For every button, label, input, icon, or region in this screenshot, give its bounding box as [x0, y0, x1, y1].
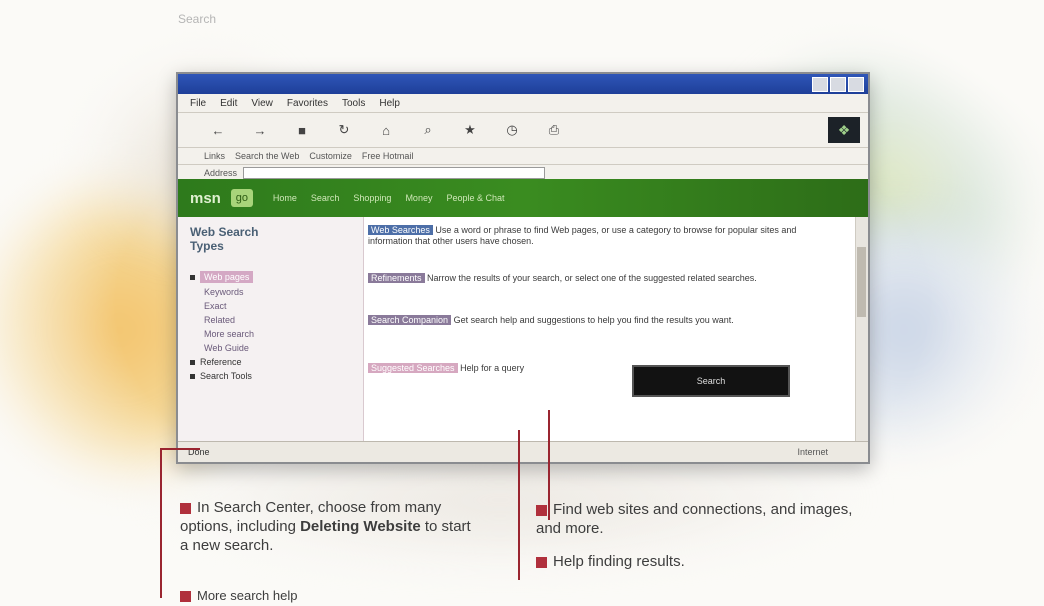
callout-bold: Deleting Website	[300, 518, 421, 535]
address-bar: Address	[178, 165, 868, 180]
print-icon[interactable]: ⎙	[544, 120, 564, 140]
menu-bar: File Edit View Favorites Tools Help	[178, 94, 868, 113]
sidebar-item-label: Reference	[200, 357, 242, 367]
site-logo[interactable]: msn	[178, 190, 221, 207]
main-content: Web Searches Use a word or phrase to fin…	[368, 217, 868, 442]
close-button[interactable]	[848, 77, 864, 92]
sidebar: Web Search Types Web pages Keywords Exact R…	[178, 217, 364, 442]
sidebar-item[interactable]: More search	[190, 329, 363, 339]
links-item[interactable]: Search the Web	[235, 151, 299, 161]
links-item[interactable]: Links	[204, 151, 225, 161]
menu-view[interactable]: View	[251, 98, 273, 109]
windows-logo-icon: ❖	[828, 117, 860, 143]
search-panel[interactable]: Search	[632, 365, 790, 397]
refresh-icon[interactable]: ↻	[334, 120, 354, 140]
status-bar: Done Internet	[178, 441, 868, 462]
callout-extra: More search help	[197, 588, 298, 603]
banner-tabs: Home Search Shopping Money People & Chat	[273, 193, 505, 203]
callout-right-2: Help finding results.	[536, 552, 856, 571]
banner-tab[interactable]: Money	[405, 193, 432, 203]
sidebar-item-label: Search Tools	[200, 371, 252, 381]
links-item[interactable]: Free Hotmail	[362, 151, 414, 161]
callout-lead: In Search Center,	[197, 499, 314, 516]
callout-line3: Help finding results.	[553, 553, 685, 570]
minimize-button[interactable]	[812, 77, 828, 92]
link-search-companion[interactable]: Search Companion	[368, 315, 452, 325]
sidebar-item[interactable]: Keywords	[190, 287, 363, 297]
leader-line	[518, 430, 520, 580]
callout-left-extra: More search help	[180, 586, 480, 605]
sidebar-title: Web Search Types	[190, 225, 259, 253]
sidebar-item-label: Exact	[204, 301, 227, 311]
menu-favorites[interactable]: Favorites	[287, 98, 328, 109]
menu-help[interactable]: Help	[379, 98, 400, 109]
bullet-icon	[190, 274, 195, 280]
sidebar-item[interactable]: Related	[190, 315, 363, 325]
sidebar-item-label: Related	[204, 315, 236, 325]
search-icon[interactable]: ⌕	[418, 120, 438, 140]
sidebar-item[interactable]: Reference	[190, 357, 363, 367]
sidebar-item-label: More search	[204, 329, 255, 339]
paragraph-text: Help for a query	[460, 363, 525, 373]
banner-tab[interactable]: People & Chat	[446, 193, 504, 203]
content-paragraph: Web Searches Use a word or phrase to fin…	[368, 225, 808, 247]
sidebar-list: Web pages Keywords Exact Related More search…	[190, 271, 363, 381]
vertical-scrollbar[interactable]	[855, 217, 868, 442]
sidebar-item-label: Web Guide	[204, 343, 249, 353]
address-input[interactable]	[243, 166, 546, 179]
paragraph-text: Get search help and suggestions to help …	[453, 315, 734, 325]
sidebar-item[interactable]: Web Guide	[190, 343, 363, 353]
callout-marker	[180, 591, 191, 603]
callout-left: In Search Center, choose from many optio…	[180, 498, 480, 555]
menu-tools[interactable]: Tools	[342, 98, 365, 109]
sidebar-item-label: Keywords	[204, 287, 244, 297]
favorites-icon[interactable]: ★	[460, 120, 480, 140]
site-banner: msn go Home Search Shopping Money People…	[178, 179, 868, 217]
callout-right: Find web sites and connections, and imag…	[536, 500, 856, 538]
stop-icon[interactable]: ■	[292, 120, 312, 140]
callout-marker	[180, 502, 191, 514]
bullet-icon	[190, 373, 195, 379]
paragraph-text: Narrow the results of your search, or se…	[427, 273, 757, 283]
sidebar-item[interactable]: Web pages	[190, 271, 363, 283]
toolbar: ← → ■ ↻ ⌂ ⌕ ★ ◷ ⎙ ❖	[178, 113, 868, 148]
browser-window: File Edit View Favorites Tools Help ← → …	[176, 72, 870, 464]
status-zone: Internet	[797, 447, 828, 457]
bullet-icon	[190, 359, 195, 365]
page-caption: Search	[178, 12, 217, 26]
callout-marker	[536, 556, 547, 568]
paragraph-text: Use a word or phrase to find Web pages, …	[368, 225, 797, 246]
web-page: msn go Home Search Shopping Money People…	[178, 179, 868, 442]
callout-line1: Find web sites and connections,	[553, 501, 767, 518]
maximize-button[interactable]	[830, 77, 846, 92]
scroll-thumb[interactable]	[857, 247, 866, 317]
sidebar-item[interactable]: Search Tools	[190, 371, 363, 381]
leader-line	[160, 448, 200, 450]
content-paragraph: Suggested Searches Help for a query	[368, 363, 618, 374]
history-icon[interactable]: ◷	[502, 120, 522, 140]
sidebar-item-label: Web pages	[200, 271, 254, 283]
leader-line	[160, 448, 162, 598]
banner-tab[interactable]: Shopping	[353, 193, 391, 203]
links-bar: Links Search the Web Customize Free Hotm…	[178, 148, 868, 165]
callout-marker	[536, 504, 547, 516]
go-button[interactable]: go	[230, 189, 253, 207]
banner-tab[interactable]: Search	[311, 193, 340, 203]
link-refinements[interactable]: Refinements	[368, 273, 425, 283]
link-web-searches[interactable]: Web Searches	[368, 225, 433, 235]
content-paragraph: Search Companion Get search help and sug…	[368, 315, 808, 326]
links-item[interactable]: Customize	[309, 151, 352, 161]
home-icon[interactable]: ⌂	[376, 120, 396, 140]
menu-edit[interactable]: Edit	[220, 98, 237, 109]
address-label: Address	[204, 167, 238, 178]
menu-file[interactable]: File	[190, 98, 206, 109]
forward-icon[interactable]: →	[250, 120, 270, 140]
content-paragraph: Refinements Narrow the results of your s…	[368, 273, 808, 284]
title-bar	[178, 74, 868, 94]
link-suggested-searches[interactable]: Suggested Searches	[368, 363, 458, 373]
back-icon[interactable]: ←	[208, 120, 228, 140]
sidebar-item[interactable]: Exact	[190, 301, 363, 311]
banner-tab[interactable]: Home	[273, 193, 297, 203]
